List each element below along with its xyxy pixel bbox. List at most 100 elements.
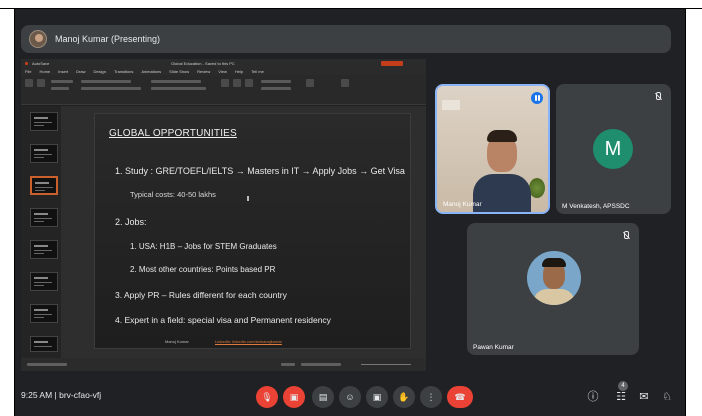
presenter-avatar (29, 30, 47, 48)
ppt-menu-design[interactable]: Design (93, 69, 105, 74)
screenshot-frame: Manoj Kumar (Presenting) AutoSave Global… (0, 0, 702, 416)
quick-styles-icon[interactable] (245, 79, 253, 87)
slide-thumbnail[interactable] (30, 208, 58, 227)
reactions-button[interactable]: ☺ (339, 386, 361, 408)
font-name-control[interactable] (81, 80, 131, 83)
ppt-menu-file[interactable]: File (25, 69, 31, 74)
ppt-menu-transitions[interactable]: Transitions (114, 69, 133, 74)
ppt-logo-icon (25, 62, 28, 65)
participant-tile-venkatesh[interactable]: M M Venkatesh, APSSDC (556, 84, 671, 214)
reset-control[interactable] (51, 87, 69, 90)
more-vert-icon: ⋮ (426, 391, 436, 402)
participant-tile-pawan[interactable]: Pawan Kumar (467, 223, 639, 355)
meeting-details-icon[interactable]: ⓘ (586, 390, 600, 404)
present-icon: ▣ (372, 391, 382, 402)
slide-thumbnail-pane (21, 106, 61, 358)
new-slide-icon[interactable] (37, 79, 45, 87)
more-options-button[interactable]: ⋮ (420, 386, 442, 408)
ppt-menu-home[interactable]: Home (39, 69, 50, 74)
notes-button[interactable] (281, 363, 295, 366)
alignment-controls[interactable] (151, 87, 206, 90)
slide-editor: GLOBAL OPPORTUNITIES 1. Study : GRE/TOEF… (61, 106, 426, 358)
ppt-ribbon (21, 75, 426, 105)
avatar-hair (542, 258, 566, 267)
slide-bullet-expert: 4. Expert in a field: special visa and P… (115, 315, 331, 325)
ppt-menu-draw[interactable]: Draw (76, 69, 85, 74)
paste-icon[interactable] (25, 79, 33, 87)
zoom-slider[interactable] (361, 364, 411, 365)
raise-hand-button[interactable]: ✋ (393, 386, 415, 408)
camera-toggle-button[interactable]: ▣ (283, 386, 305, 408)
slide-bullet-study: 1. Study : GRE/TOEFL/IELTS → Masters in … (115, 166, 405, 176)
current-slide[interactable]: GLOBAL OPPORTUNITIES 1. Study : GRE/TOEF… (94, 113, 411, 349)
people-icon[interactable]: ☷ (614, 390, 628, 404)
find-icon[interactable] (306, 79, 314, 87)
presenter-name: Manoj Kumar (Presenting) (55, 34, 161, 44)
ppt-menu-review[interactable]: Review (197, 69, 210, 74)
participant-name: Pawan Kumar (473, 344, 514, 351)
slide-thumbnail[interactable] (30, 144, 58, 163)
video-person-hair (487, 130, 517, 142)
slide-bullet-other-countries: 2. Most other countries: Points based PR (130, 265, 276, 274)
slide-thumbnail[interactable] (30, 272, 58, 291)
mic-toggle-button[interactable]: 🎙 (256, 386, 278, 408)
slide-thumbnail[interactable] (30, 112, 58, 131)
ppt-title-bar: AutoSave Global Education - Saved to thi… (21, 59, 426, 68)
text-cursor (247, 196, 249, 201)
slide-title: GLOBAL OPPORTUNITIES (109, 128, 237, 139)
ppt-autosave-label: AutoSave (32, 61, 50, 66)
camera-off-icon: ▣ (289, 391, 299, 402)
video-person-body (473, 174, 531, 212)
ppt-status-bar (21, 358, 426, 371)
participant-name: M Venkatesh, APSSDC (562, 203, 630, 210)
arrange-icon[interactable] (233, 79, 241, 87)
ppt-menu-slideshow[interactable]: Slide Show (169, 69, 189, 74)
activities-icon[interactable]: ♘ (660, 390, 674, 404)
slide-thumbnail[interactable] (30, 304, 58, 323)
avatar (527, 251, 581, 305)
participant-name: Manoj Kumar (443, 201, 482, 208)
slide-bullet-apply-pr: 3. Apply PR – Rules different for each c… (115, 290, 287, 300)
ppt-menu-animations[interactable]: Animations (141, 69, 161, 74)
video-plant (529, 178, 545, 198)
present-now-button[interactable]: ▣ (366, 386, 388, 408)
shape-outline-control[interactable] (261, 87, 291, 90)
participant-tile-manoj[interactable]: Manoj Kumar (435, 84, 550, 214)
slide-bullet-costs: Typical costs: 40-50 lakhs (130, 190, 216, 199)
ppt-menu-insert[interactable]: Insert (58, 69, 68, 74)
presenter-bar[interactable]: Manoj Kumar (Presenting) (21, 25, 671, 53)
ppt-share-button[interactable] (381, 61, 403, 66)
ppt-menu-tellme[interactable]: Tell me (251, 69, 264, 74)
ppt-menu-help[interactable]: Help (235, 69, 243, 74)
slide-count-status (27, 363, 67, 366)
ppt-menu-bar: File Home Insert Draw Design Transitions… (21, 68, 426, 75)
hand-icon: ✋ (398, 391, 410, 402)
ppt-menu-view[interactable]: View (218, 69, 227, 74)
paragraph-controls[interactable] (151, 80, 201, 83)
shared-screen: AutoSave Global Education - Saved to thi… (21, 59, 426, 371)
font-style-controls[interactable] (81, 87, 141, 90)
mic-off-icon: 🎙 (261, 391, 273, 402)
shapes-icon[interactable] (221, 79, 229, 87)
chat-icon[interactable]: ✉ (637, 390, 651, 404)
slide-thumbnail[interactable] (30, 240, 58, 259)
layout-control[interactable] (51, 80, 73, 83)
speaking-indicator-icon (531, 92, 543, 104)
emoji-icon: ☺ (345, 392, 355, 402)
leave-call-button[interactable]: ☎ (447, 386, 473, 408)
mic-muted-icon (653, 92, 663, 102)
shape-fill-control[interactable] (261, 80, 291, 83)
designer-icon[interactable] (341, 79, 349, 87)
slide-footer-link[interactable]: LinkedIn: linkedin.com/in/manojkumar (215, 339, 282, 344)
captions-button[interactable]: ▤ (312, 386, 334, 408)
ppt-document-title: Global Education - Saved to this PC (171, 61, 235, 66)
frame-border-right (685, 8, 686, 416)
view-buttons[interactable] (301, 363, 341, 366)
slide-thumbnail[interactable] (30, 336, 58, 352)
meet-window: Manoj Kumar (Presenting) AutoSave Global… (15, 9, 685, 416)
video-shelf (442, 100, 460, 110)
slide-thumbnail-active[interactable] (30, 176, 58, 195)
meeting-time-and-code: 9:25 AM | brv-cfao-vfj (21, 390, 102, 400)
end-call-icon: ☎ (454, 391, 466, 402)
slide-bullet-usa: 1. USA: H1B – Jobs for STEM Graduates (130, 242, 277, 251)
